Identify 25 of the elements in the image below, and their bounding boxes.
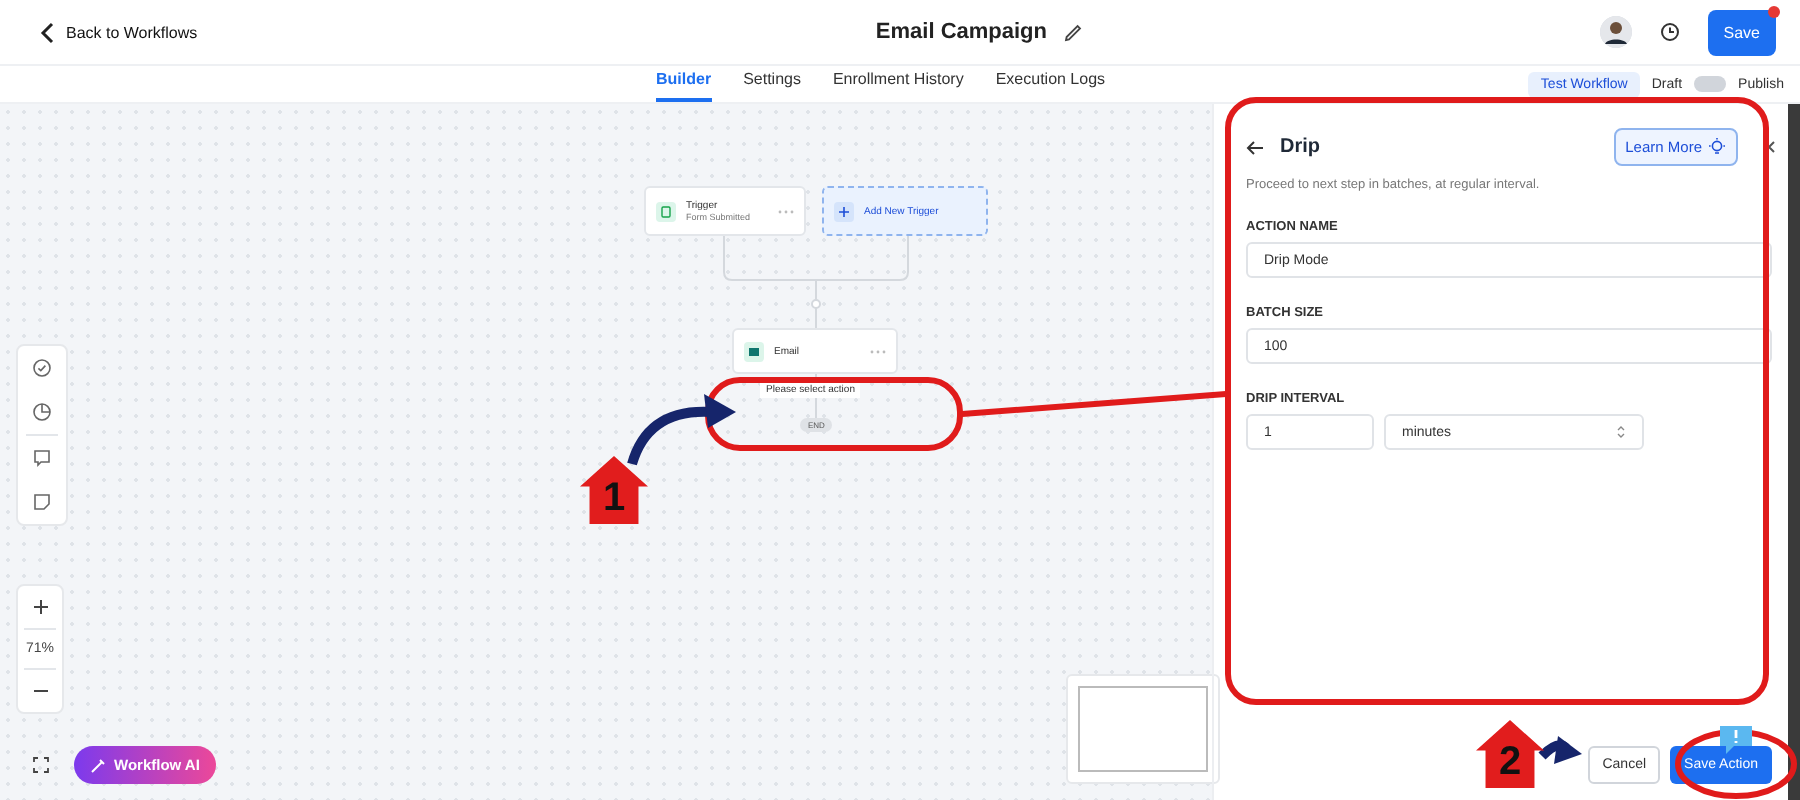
clipboard-icon	[656, 201, 676, 221]
highlight-outline	[1675, 729, 1797, 799]
envelope-icon	[744, 341, 764, 361]
history-icon[interactable]	[1659, 22, 1680, 42]
chevron-left-icon	[40, 21, 54, 43]
number-badge: 2	[1476, 720, 1544, 788]
tab[interactable]: Execution Logs	[995, 66, 1106, 102]
curved-arrow	[627, 394, 736, 466]
panel-title: Drip	[1280, 136, 1320, 158]
back-arrow-icon[interactable]	[1246, 139, 1264, 155]
tab[interactable]: Settings	[743, 66, 801, 102]
wand-icon	[90, 757, 106, 773]
feedback-icon[interactable]	[1716, 724, 1756, 756]
expand-icon	[31, 755, 49, 773]
plus-icon	[834, 201, 854, 221]
workflow-title: Email Campaign	[875, 20, 1047, 44]
lightbulb-icon	[1708, 138, 1726, 156]
publish-toggle[interactable]	[1694, 76, 1727, 92]
save-button[interactable]: Save	[1707, 9, 1776, 55]
tab[interactable]: Enrollment History	[832, 66, 964, 102]
pencil-icon[interactable]	[1063, 23, 1081, 41]
curved-arrow	[1538, 736, 1582, 764]
back-link[interactable]: Back to Workflows	[40, 21, 198, 43]
avatar[interactable]	[1599, 16, 1632, 48]
sort-icon	[1616, 424, 1626, 440]
